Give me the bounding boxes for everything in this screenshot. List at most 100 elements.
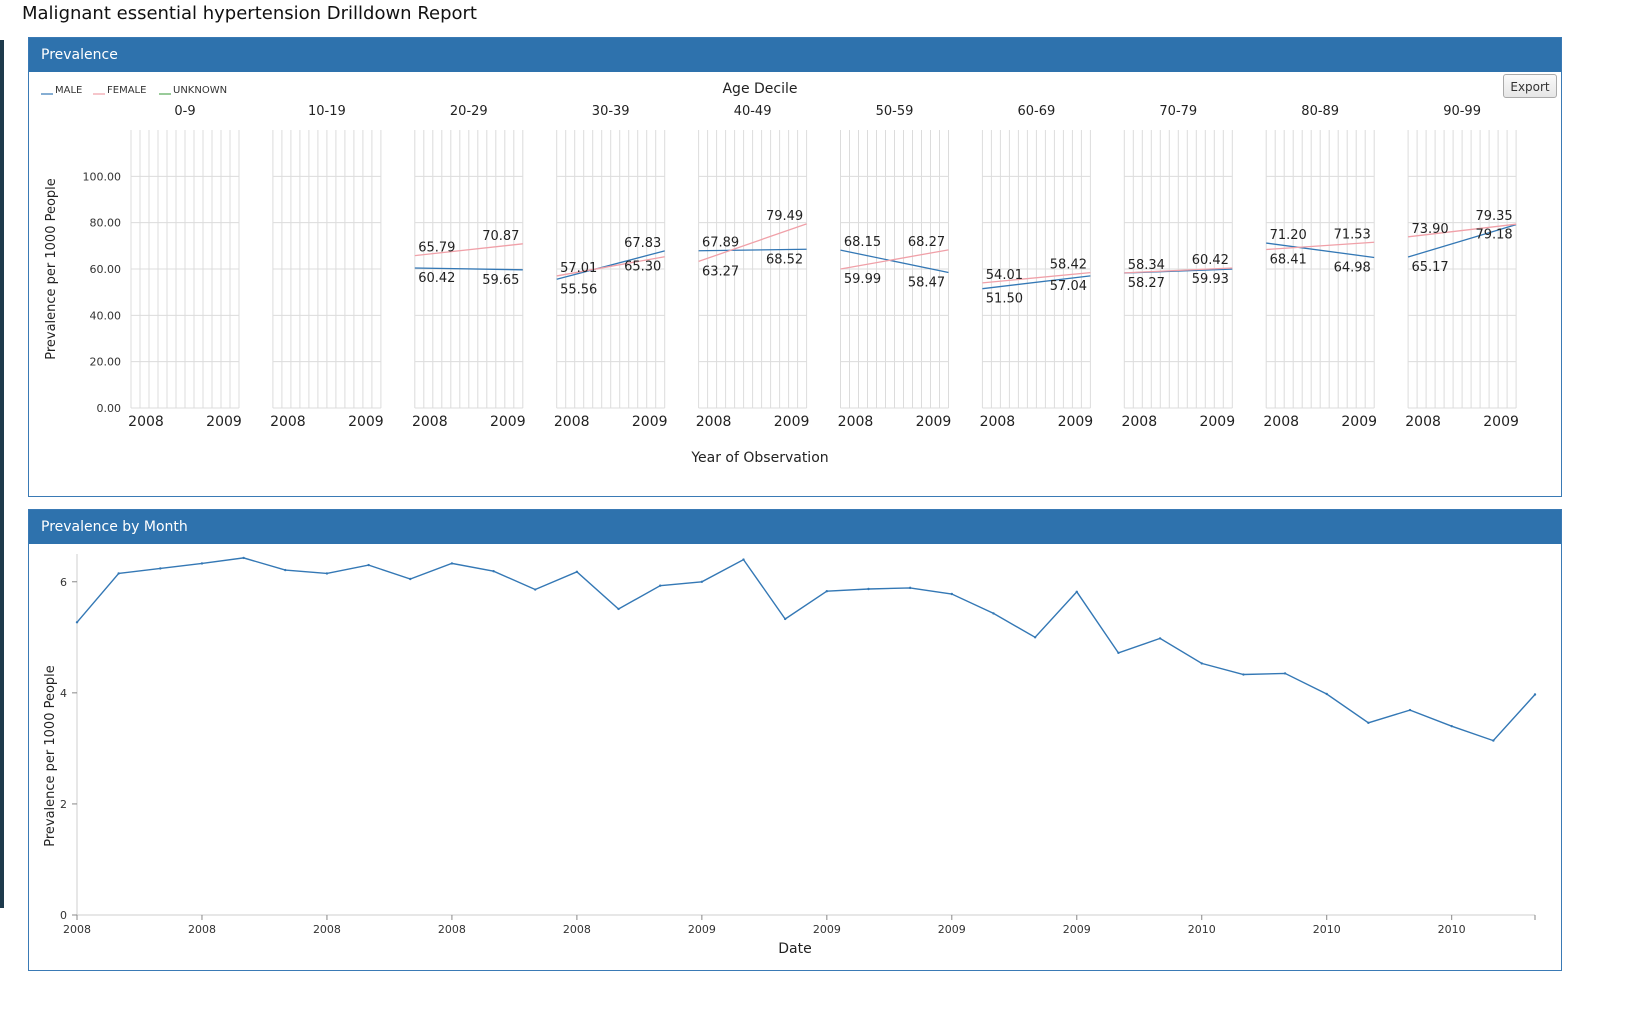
x-tick-label: 2008 xyxy=(980,414,1016,430)
data-label: 79.49 xyxy=(766,209,803,224)
data-point xyxy=(617,607,620,611)
facet-label: 30-39 xyxy=(592,104,630,119)
facet-label: 90-99 xyxy=(1443,104,1481,119)
data-point xyxy=(450,562,454,565)
data-label: 58.27 xyxy=(1128,276,1165,291)
series-line-male xyxy=(414,267,523,271)
month-panel: Prevalence by Month 0 2 4 6 2008 2008 2008 2008… xyxy=(28,509,1562,971)
x-tick-label: 2009 xyxy=(813,923,841,936)
data-point xyxy=(825,590,829,593)
data-label: 58.42 xyxy=(1050,258,1087,273)
data-label: 59.65 xyxy=(482,273,519,288)
y-tick-label: 20.00 xyxy=(90,356,122,369)
data-label: 65.17 xyxy=(1411,260,1448,275)
facet-70-79: 70-79 2008 2009 58.34 58.27 60.42 59.93 xyxy=(1121,104,1235,430)
x-axis-title: Date xyxy=(778,941,811,957)
data-label: 68.27 xyxy=(908,235,945,250)
y-tick-label: 4 xyxy=(60,687,67,700)
y-axis-title: Prevalence per 1000 People xyxy=(44,178,59,360)
x-tick-label: 2008 xyxy=(696,414,732,430)
series-line-prevalence xyxy=(76,557,1536,742)
x-tick-label: 2008 xyxy=(1405,414,1441,430)
facet-label: 40-49 xyxy=(734,104,772,119)
data-label: 71.20 xyxy=(1270,228,1307,243)
x-tick-label: 2008 xyxy=(438,923,466,936)
data-point xyxy=(200,562,204,565)
data-point xyxy=(492,570,495,573)
data-label: 71.53 xyxy=(1334,227,1371,242)
data-point xyxy=(1242,673,1245,676)
data-point xyxy=(159,567,162,570)
x-tick-label: 2010 xyxy=(1438,923,1466,936)
data-point xyxy=(534,588,537,591)
x-tick-label: 2008 xyxy=(63,923,91,936)
data-point xyxy=(950,592,953,596)
data-point xyxy=(242,556,245,560)
data-label: 60.42 xyxy=(418,271,455,286)
facet-label: 50-59 xyxy=(876,104,914,119)
x-tick-label: 2009 xyxy=(348,414,384,430)
facet-label: 20-29 xyxy=(450,104,488,119)
facet-10-19: 10-19 2008 2009 xyxy=(270,104,384,430)
data-label: 79.35 xyxy=(1475,209,1512,224)
data-point xyxy=(659,584,662,587)
data-label: 64.98 xyxy=(1334,260,1371,275)
facet-50-59: 50-59 2008 2009 68.15 59.99 68.27 58.47 xyxy=(838,104,952,430)
x-tick-label: 2009 xyxy=(632,414,668,430)
data-point xyxy=(1450,724,1453,728)
facet-40-49: 40-49 2008 2009 67.89 63.27 79.49 68.52 xyxy=(696,104,810,430)
x-tick-label: 2008 xyxy=(838,414,874,430)
facet-30-39: 30-39 2008 2009 57.01 55.56 67.83 65.30 xyxy=(554,104,668,430)
facet-90-99: 90-99 2008 2009 73.90 65.17 79.35 79.18 xyxy=(1405,104,1519,430)
x-tick-label: 2008 xyxy=(313,923,341,936)
data-point xyxy=(867,587,870,591)
y-tick-label: 0.00 xyxy=(97,402,122,415)
data-label: 57.01 xyxy=(560,261,597,276)
window-edge xyxy=(0,40,4,908)
data-point xyxy=(1492,739,1495,742)
data-label: 55.56 xyxy=(560,282,597,297)
x-tick-label: 2009 xyxy=(206,414,242,430)
data-point xyxy=(1283,672,1287,675)
data-label: 68.52 xyxy=(766,252,803,267)
facet-label: 60-69 xyxy=(1018,104,1056,119)
data-point xyxy=(1117,651,1120,655)
x-axis-title: Year of Observation xyxy=(690,450,828,466)
data-point xyxy=(1200,662,1203,665)
y-tick-label: 0 xyxy=(60,909,67,922)
x-tick-label: 2008 xyxy=(270,414,306,430)
x-tick-label: 2009 xyxy=(916,414,952,430)
y-tick-label: 80.00 xyxy=(90,217,122,230)
prevalence-panel: Prevalence Export MALE FEMALE UNKNOWN Age D… xyxy=(28,37,1562,497)
legend-label: FEMALE xyxy=(107,85,146,96)
x-tick-label: 2010 xyxy=(1313,923,1341,936)
x-tick-label: 2008 xyxy=(412,414,448,430)
facet-0-9: 0-9 2008 2009 xyxy=(128,104,242,430)
data-label: 58.34 xyxy=(1128,258,1165,273)
y-axis-title: Prevalence per 1000 People xyxy=(43,665,58,847)
month-chart: 0 2 4 6 2008 2008 2008 2008 2008 2009 2009 2009 2009… xyxy=(43,554,1537,957)
data-point xyxy=(284,568,287,572)
y-tick-label: 60.00 xyxy=(90,263,122,276)
page-title: Malignant essential hypertension Drilldo… xyxy=(22,3,477,24)
data-point xyxy=(367,563,370,567)
data-label: 79.18 xyxy=(1475,228,1512,243)
data-point xyxy=(992,612,995,615)
y-tick-label: 2 xyxy=(60,798,67,811)
data-label: 65.79 xyxy=(418,241,455,256)
data-point xyxy=(908,586,912,590)
x-tick-label: 2009 xyxy=(1058,414,1094,430)
data-point xyxy=(742,558,745,561)
x-tick-label: 2009 xyxy=(938,923,966,936)
data-label: 59.93 xyxy=(1192,272,1229,287)
data-point xyxy=(1533,693,1537,696)
x-tick-label: 2009 xyxy=(490,414,526,430)
x-tick-label: 2009 xyxy=(1199,414,1235,430)
data-label: 63.27 xyxy=(702,264,739,279)
data-point xyxy=(1408,708,1412,712)
x-tick-label: 2009 xyxy=(774,414,810,430)
data-point xyxy=(783,617,787,621)
data-label: 68.41 xyxy=(1270,253,1307,268)
data-label: 65.30 xyxy=(624,260,661,275)
data-label: 57.04 xyxy=(1050,279,1087,294)
